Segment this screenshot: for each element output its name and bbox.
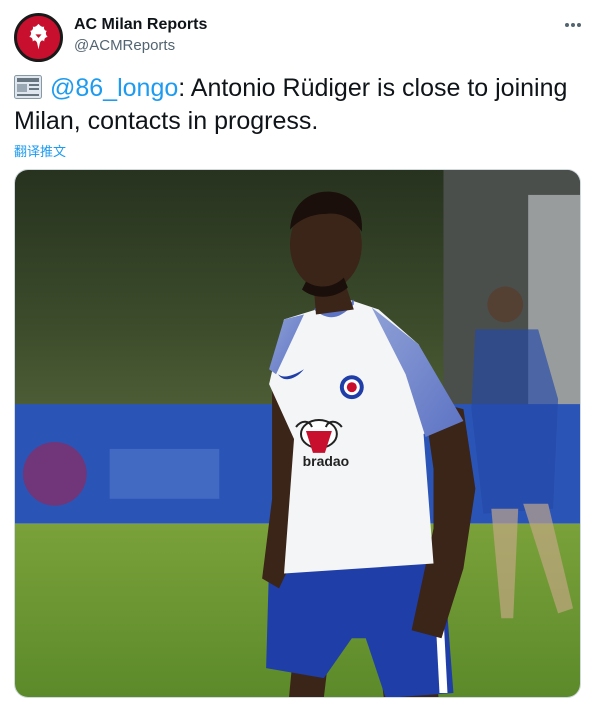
avatar[interactable] <box>14 13 63 62</box>
translate-tweet-link[interactable]: 翻译推文 <box>14 141 66 160</box>
more-dots-icon <box>565 23 569 27</box>
mention-link[interactable]: @86_longo <box>50 74 178 102</box>
sponsor-text: bradao <box>303 453 349 469</box>
author-name[interactable]: AC Milan Reports <box>74 16 207 34</box>
tweet-media-photo[interactable]: bradao <box>14 169 581 698</box>
author-handle[interactable]: @ACMReports <box>74 37 175 54</box>
player-photo: bradao <box>15 170 580 697</box>
tweet-text: @86_longo: Antonio Rüdiger is close to j… <box>14 72 584 138</box>
tweet: AC Milan Reports @ACMReports @86_longo: … <box>0 0 595 712</box>
more-options-button[interactable] <box>561 15 585 35</box>
devil-crest-icon <box>17 16 60 59</box>
newspaper-icon <box>14 75 42 99</box>
